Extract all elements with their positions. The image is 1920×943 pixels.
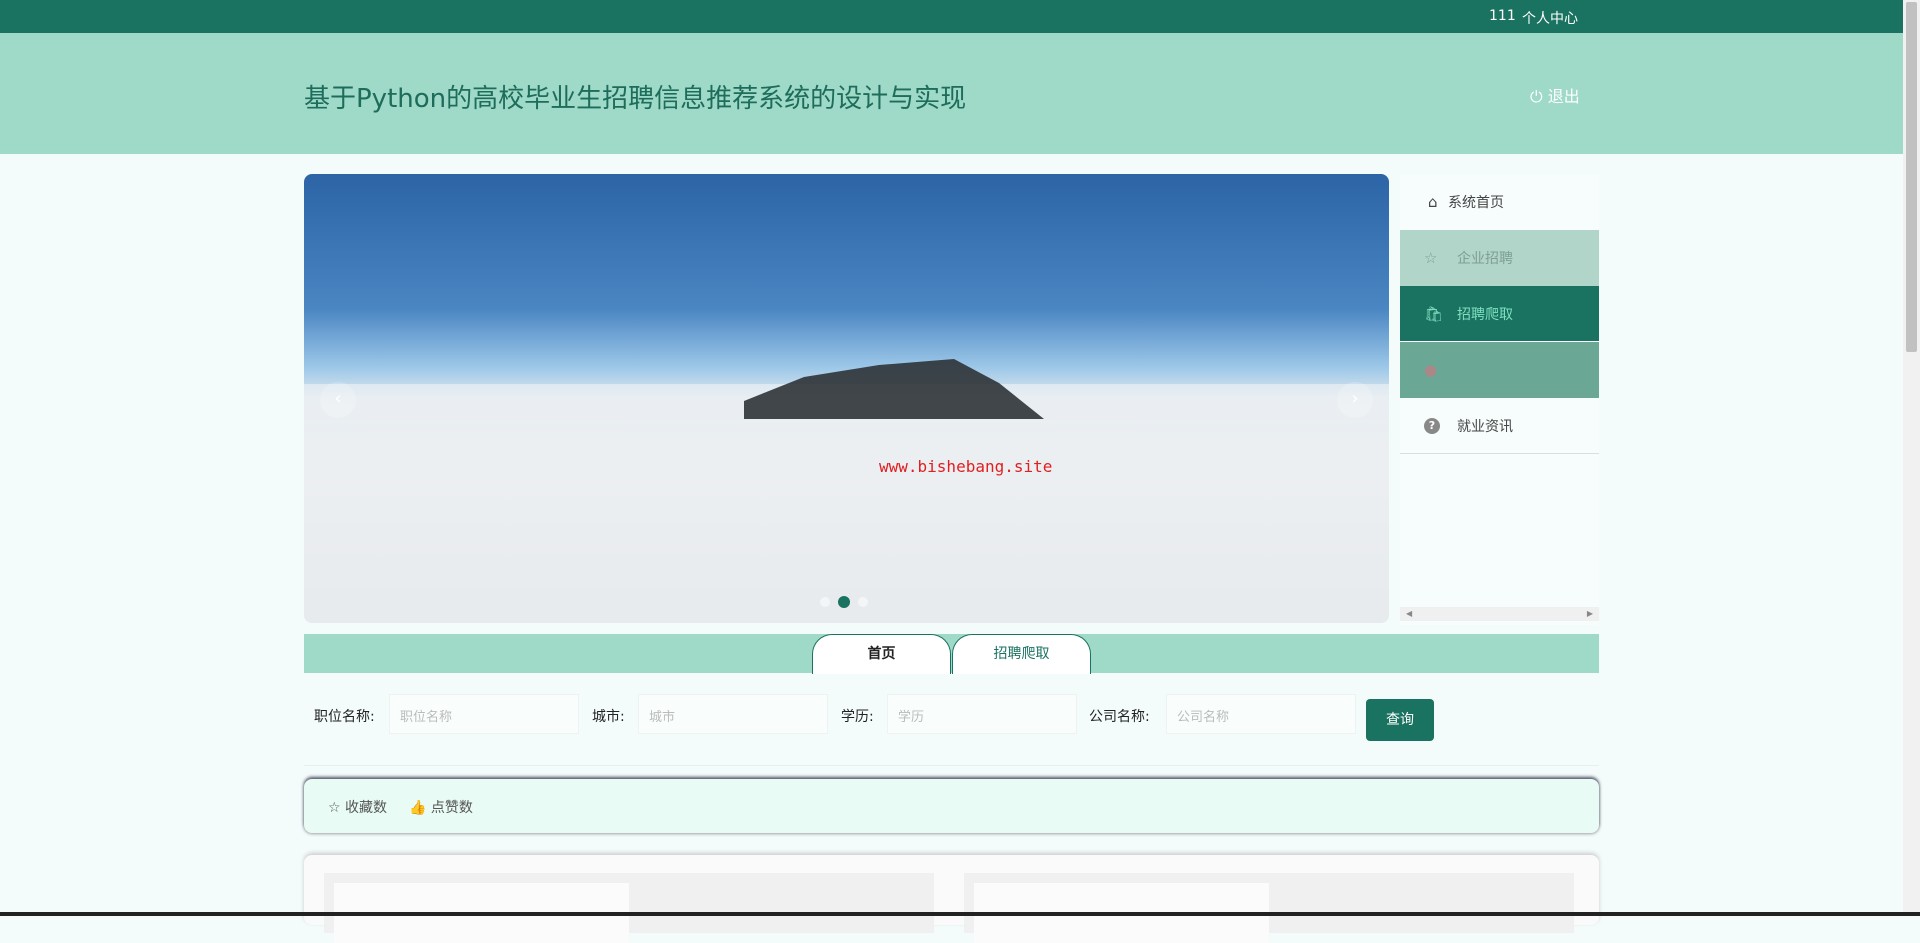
power-icon: ⏻ bbox=[1530, 87, 1543, 106]
carousel-dot-active[interactable] bbox=[838, 596, 850, 608]
carousel-prev-button[interactable]: ‹ bbox=[320, 382, 356, 418]
logout-label: 退出 bbox=[1547, 87, 1580, 106]
sidebar-item-label: 招聘爬取 bbox=[1457, 306, 1513, 323]
top-bar: 111 个人中心 bbox=[0, 0, 1920, 33]
carousel: www.bishebang.site ‹ › bbox=[304, 174, 1389, 623]
header: 基于Python的高校毕业生招聘信息推荐系统的设计与实现 ⏻ 退出 bbox=[0, 33, 1920, 154]
bottom-edge bbox=[0, 912, 1920, 916]
sidebar-item-label: 企业招聘 bbox=[1457, 251, 1513, 267]
sidebar-horizontal-scrollbar[interactable]: ◀ ▶ bbox=[1400, 607, 1599, 621]
mountain-image bbox=[744, 359, 1044, 419]
tab-home[interactable]: 首页 bbox=[812, 634, 951, 674]
sort-favorites[interactable]: ☆ 收藏数 bbox=[328, 797, 387, 817]
education-label: 学历: bbox=[841, 709, 874, 725]
tab-bar: 首页 招聘爬取 bbox=[304, 634, 1599, 674]
sort-bar: ☆ 收藏数 👍 点赞数 bbox=[304, 779, 1599, 833]
job-card[interactable] bbox=[324, 873, 934, 943]
sidebar-item-company-jobs[interactable]: ☆ 企业招聘 bbox=[1400, 230, 1599, 286]
page-title: 基于Python的高校毕业生招聘信息推荐系统的设计与实现 bbox=[304, 84, 967, 114]
page-scrollbar[interactable] bbox=[1903, 0, 1920, 916]
job-title-input[interactable]: 职位名称 bbox=[389, 694, 579, 734]
city-input[interactable]: 城市 bbox=[638, 694, 828, 734]
scrollbar-thumb[interactable] bbox=[1906, 2, 1917, 352]
profile-link[interactable]: 个人中心 bbox=[1522, 8, 1578, 28]
carousel-indicators bbox=[820, 596, 868, 608]
logout-button[interactable]: ⏻ 退出 bbox=[1530, 83, 1580, 107]
sidebar-item-label: 系统首页 bbox=[1448, 195, 1504, 211]
cloud-layer bbox=[304, 384, 1389, 623]
home-icon: ⌂ bbox=[1428, 193, 1438, 211]
sidebar-item-news[interactable]: ? 就业资讯 bbox=[1400, 398, 1599, 454]
search-button[interactable]: 查询 bbox=[1366, 699, 1434, 741]
company-label: 公司名称: bbox=[1089, 709, 1150, 725]
star-icon: ☆ bbox=[1424, 249, 1438, 267]
sidebar-item-hidden[interactable]: ● bbox=[1400, 342, 1599, 398]
username: 111 bbox=[1489, 8, 1516, 24]
sidebar-item-label: 就业资讯 bbox=[1457, 418, 1513, 435]
carousel-next-button[interactable]: › bbox=[1337, 382, 1373, 418]
circle-icon: ● bbox=[1424, 361, 1438, 379]
carousel-dot[interactable] bbox=[858, 597, 868, 607]
sidebar-menu: ⌂ 系统首页 ☆ 企业招聘 🛍 招聘爬取 ● ? 就业资讯 bbox=[1400, 174, 1599, 625]
company-input[interactable]: 公司名称 bbox=[1166, 694, 1356, 734]
sidebar-item-job-crawl[interactable]: 🛍 招聘爬取 bbox=[1400, 286, 1599, 342]
sort-likes[interactable]: 👍 点赞数 bbox=[409, 797, 473, 817]
search-form: 职位名称: 职位名称 城市: 城市 学历: 学历 公司名称: 公司名称 查询 bbox=[304, 694, 1599, 766]
job-card[interactable] bbox=[964, 873, 1574, 943]
watermark: www.bishebang.site bbox=[879, 457, 1053, 476]
question-icon: ? bbox=[1424, 417, 1440, 434]
tab-job-crawl[interactable]: 招聘爬取 bbox=[952, 634, 1091, 674]
job-title-label: 职位名称: bbox=[314, 709, 375, 725]
carousel-dot[interactable] bbox=[820, 597, 830, 607]
city-label: 城市: bbox=[592, 709, 625, 725]
sidebar-item-home[interactable]: ⌂ 系统首页 bbox=[1400, 174, 1599, 230]
bag-icon: 🛍 bbox=[1424, 304, 1444, 323]
education-input[interactable]: 学历 bbox=[887, 694, 1077, 734]
